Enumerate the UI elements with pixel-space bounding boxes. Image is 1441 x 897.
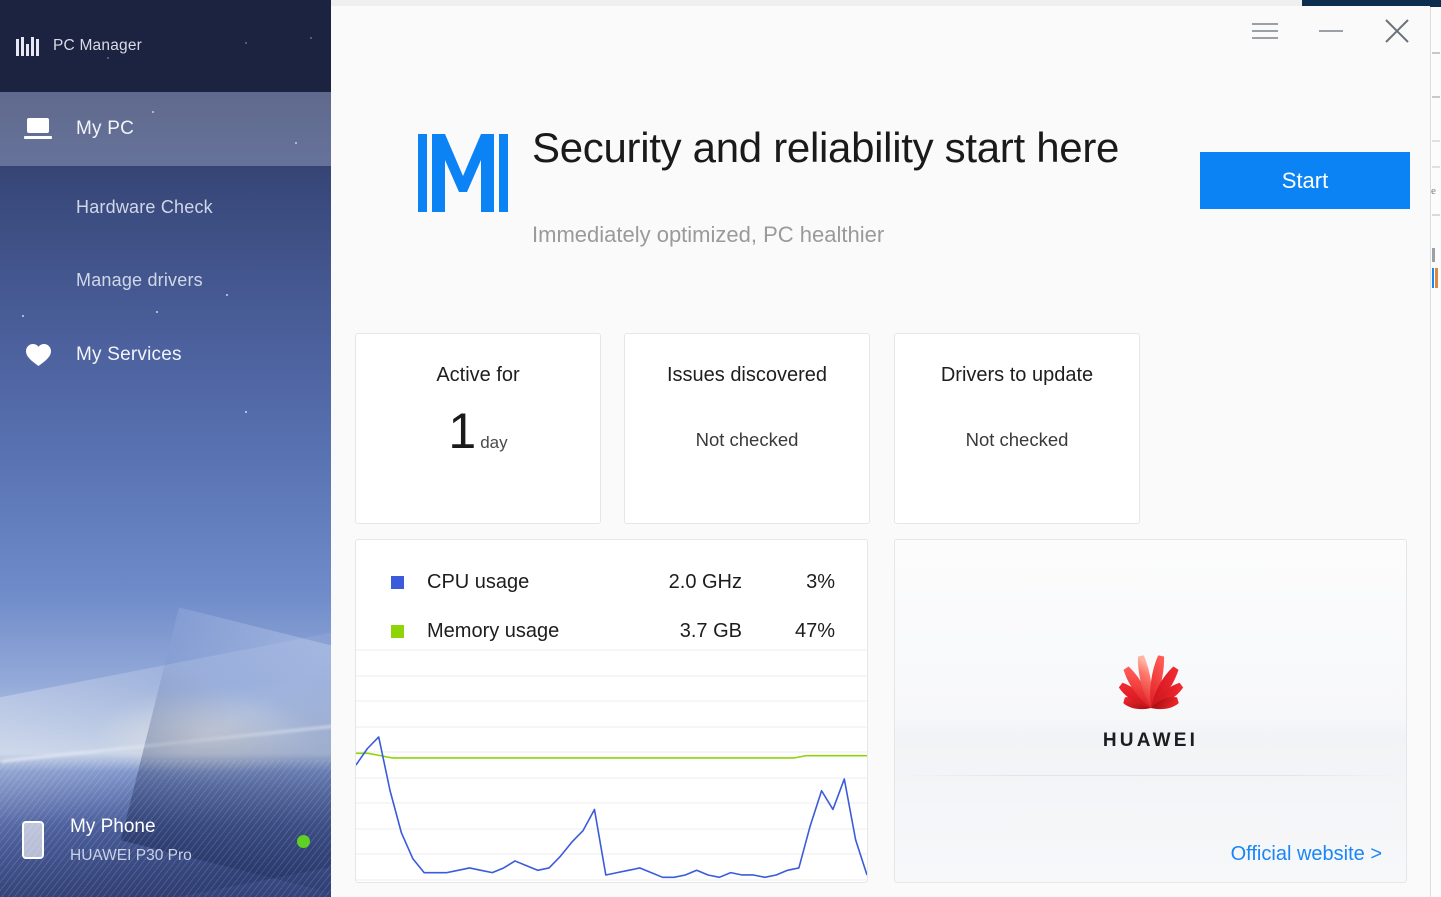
phone-model: HUAWEI P30 Pro — [70, 846, 192, 864]
huawei-flower-icon — [895, 650, 1406, 712]
main-content: Security and reliability start here Imme… — [331, 6, 1430, 897]
start-button[interactable]: Start — [1200, 152, 1410, 209]
sidebar-item-label: My Services — [76, 344, 182, 365]
background-window-line — [1432, 166, 1440, 168]
pcmanager-logo-icon — [418, 134, 508, 212]
cpu-percent: 3% — [806, 570, 835, 593]
stat-title: Issues discovered — [666, 364, 828, 386]
sidebar-brand-bar: PC Manager — [0, 0, 331, 92]
sidebar-item-hardware-check[interactable]: Hardware Check — [0, 170, 331, 244]
memory-label: Memory usage — [427, 619, 560, 642]
background-window-line — [1432, 214, 1440, 216]
hamburger-menu-icon[interactable] — [1232, 7, 1298, 55]
close-icon[interactable] — [1364, 7, 1430, 55]
stat-card-active-for[interactable]: Active for 1 day — [355, 333, 601, 524]
usage-row-cpu: CPU usage 2.0 GHz 3% — [356, 562, 869, 602]
usage-card: CPU usage 2.0 GHz 3% Memory usage 3.7 GB… — [355, 539, 868, 883]
sidebar-item-manage-drivers[interactable]: Manage drivers — [0, 243, 331, 317]
official-website-link[interactable]: Official website > — [1231, 843, 1382, 866]
memory-legend-swatch-icon — [391, 624, 404, 638]
sidebar-item-my-pc[interactable]: My PC — [0, 92, 331, 166]
status-dot-online — [297, 835, 310, 848]
usage-chart-svg — [356, 649, 867, 881]
background-window-sliver: e — [1430, 0, 1441, 897]
laptop-icon — [0, 118, 76, 140]
hero-section: Security and reliability start here Imme… — [331, 92, 1430, 282]
background-window-titlebar — [1430, 0, 1441, 7]
stat-card-drivers-to-update[interactable]: Drivers to update Not checked — [894, 333, 1140, 524]
memory-amount: 3.7 GB — [679, 619, 742, 642]
background-window-glyph: e — [1431, 185, 1436, 197]
stat-value-group: 1 day — [356, 406, 600, 456]
stat-value: Not checked — [965, 429, 1069, 450]
stat-card-issues-discovered[interactable]: Issues discovered Not checked — [624, 333, 870, 524]
background-window-chip — [1432, 248, 1435, 262]
page-subtitle: Immediately optimized, PC healthier — [532, 222, 885, 247]
heart-icon — [0, 343, 76, 367]
cpu-legend-swatch-icon — [391, 575, 404, 589]
pcmanager-logo-icon — [16, 36, 39, 56]
promo-divider — [895, 775, 1408, 776]
promo-card-huawei[interactable]: HUAWEI Official website > — [894, 539, 1408, 883]
phone-icon — [22, 821, 44, 859]
wallpaper-speck — [245, 411, 247, 413]
stat-big-number: 1 — [448, 403, 477, 459]
sidebar-item-label: Hardware Check — [76, 196, 213, 217]
window-titlebar — [1170, 6, 1430, 56]
page-title: Security and reliability start here — [532, 124, 1120, 171]
sidebar: PC Manager My PC Hardware Check Manage d… — [0, 0, 331, 897]
cpu-label: CPU usage — [427, 570, 530, 593]
usage-row-memory: Memory usage 3.7 GB 47% — [356, 611, 869, 651]
sidebar-item-label: My PC — [76, 118, 134, 139]
stat-title: Active for — [436, 364, 520, 386]
background-window-line — [1432, 52, 1440, 54]
stat-title: Drivers to update — [940, 364, 1094, 386]
background-window-chip — [1435, 268, 1438, 288]
background-window-line — [1432, 96, 1440, 98]
background-window-chip — [1432, 268, 1434, 288]
sidebar-item-my-services[interactable]: My Services — [0, 318, 331, 392]
stat-unit: day — [480, 433, 508, 452]
background-window-line — [1432, 140, 1440, 142]
sidebar-my-phone[interactable]: My Phone HUAWEI P30 Pro — [0, 797, 331, 883]
huawei-wordmark: HUAWEI — [1102, 730, 1199, 751]
phone-name: My Phone — [70, 815, 156, 837]
sidebar-item-label: Manage drivers — [76, 269, 203, 290]
app-title: PC Manager — [53, 37, 143, 54]
memory-percent: 47% — [794, 619, 835, 642]
usage-chart — [356, 648, 867, 882]
minimize-icon[interactable] — [1298, 7, 1364, 55]
cpu-amount: 2.0 GHz — [668, 570, 742, 593]
stat-value: Not checked — [695, 429, 799, 450]
